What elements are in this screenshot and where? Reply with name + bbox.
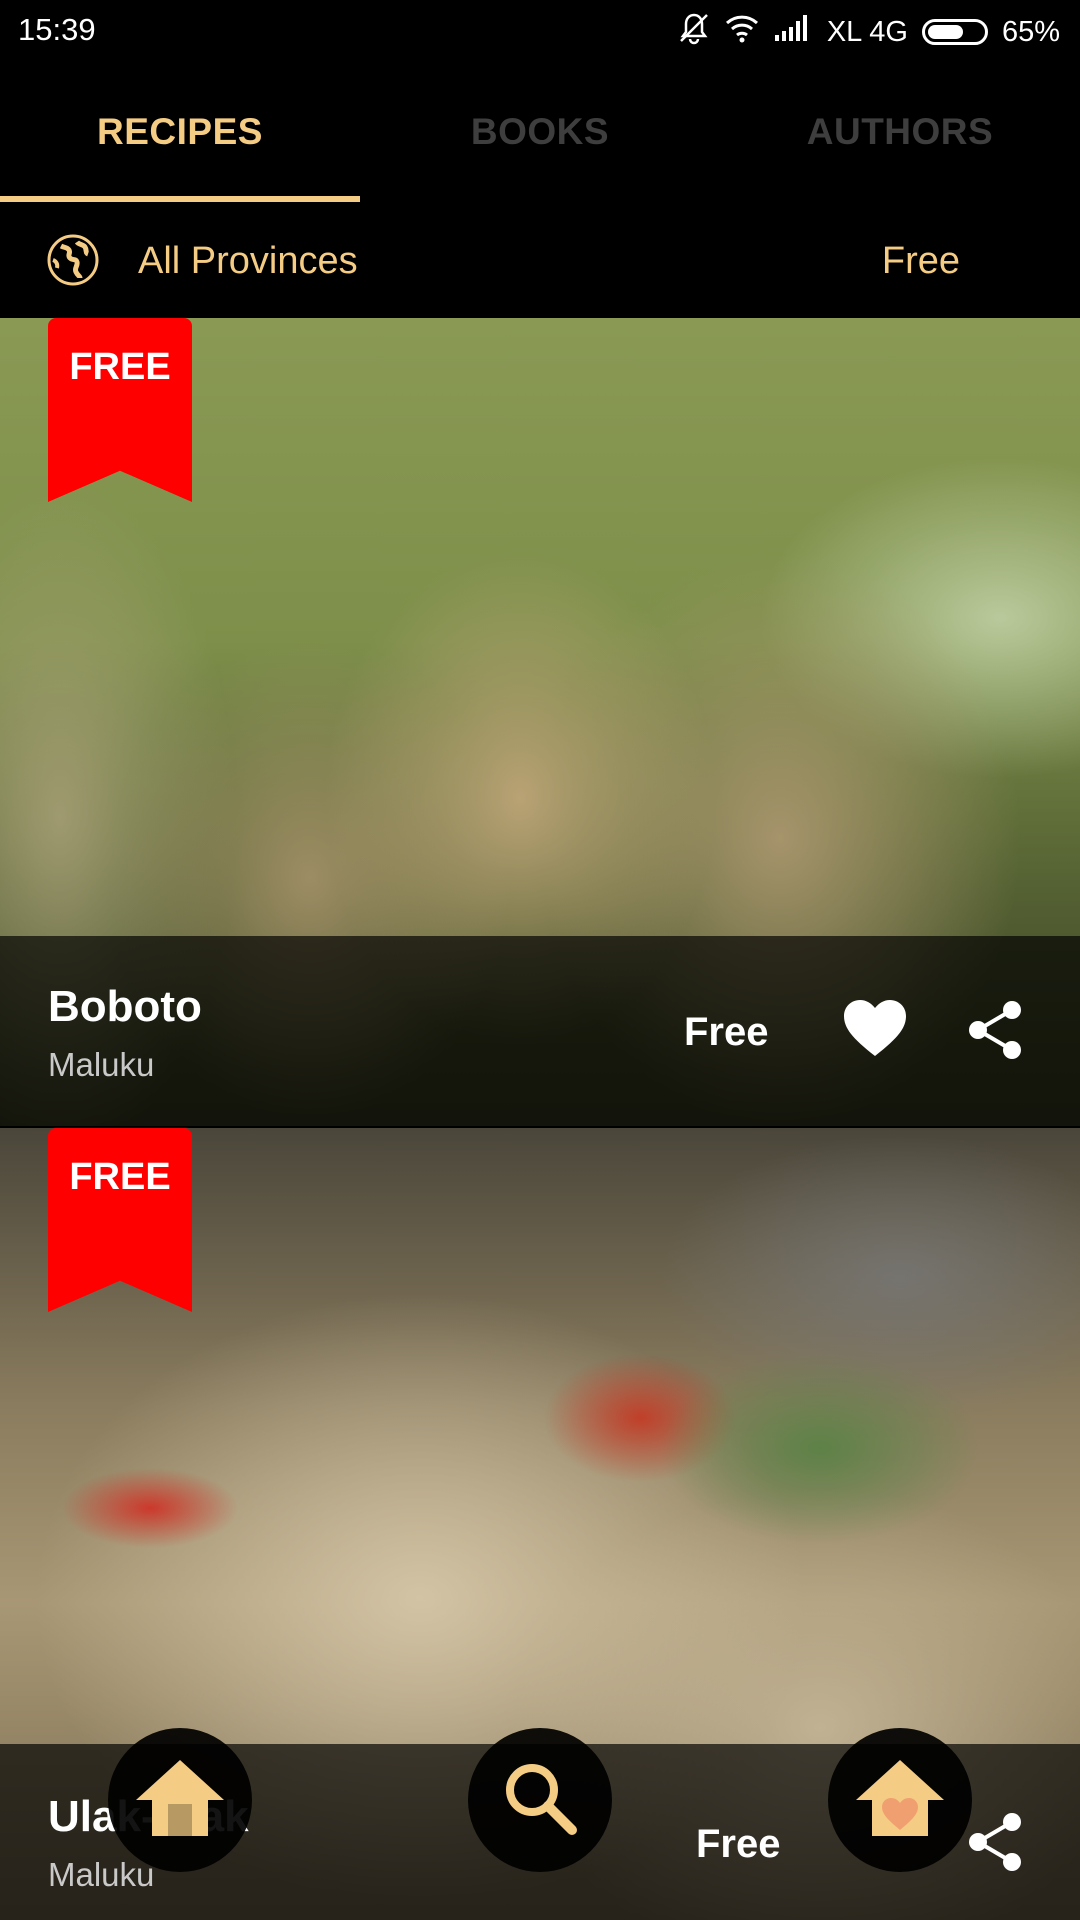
recipe-name[interactable]: Boboto <box>48 982 202 1032</box>
tab-authors[interactable]: AUTHORS <box>720 62 1080 202</box>
recipe-province: Maluku <box>48 1046 155 1083</box>
tab-recipes[interactable]: RECIPES <box>0 62 360 202</box>
heart-icon[interactable] <box>842 998 908 1060</box>
tab-bar: RECIPES BOOKS AUTHORS <box>0 62 1080 202</box>
recipe-card[interactable]: FREE Boboto Maluku Free <box>0 318 1080 1126</box>
search-icon <box>498 1756 582 1845</box>
battery-level <box>927 25 963 39</box>
bottom-nav <box>0 1728 1080 1920</box>
province-filter[interactable]: All Provinces <box>138 240 358 283</box>
tab-books[interactable]: BOOKS <box>360 62 720 202</box>
wifi-icon <box>725 13 759 51</box>
filter-bar: All Provinces Free <box>0 202 1080 318</box>
status-time: 15:39 <box>18 12 96 47</box>
home-icon <box>132 1756 228 1845</box>
share-icon[interactable] <box>966 998 1026 1062</box>
home-button[interactable] <box>108 1728 252 1872</box>
favorites-home-icon <box>852 1756 948 1845</box>
badge-label: FREE <box>69 1156 171 1198</box>
globe-icon[interactable] <box>47 234 99 286</box>
mute-icon <box>677 11 711 53</box>
status-bar: 15:39 XL 4G 65% <box>0 0 1080 62</box>
search-button[interactable] <box>468 1728 612 1872</box>
recipe-price: Free <box>684 1010 769 1054</box>
carrier-label: XL 4G <box>826 15 908 48</box>
battery-icon <box>921 19 988 45</box>
signal-icon <box>773 13 813 51</box>
status-icons: XL 4G 65% <box>677 12 1060 52</box>
favorites-button[interactable] <box>828 1728 972 1872</box>
battery-percent: 65% <box>1001 15 1060 48</box>
badge-label: FREE <box>69 346 171 388</box>
price-filter[interactable]: Free <box>882 240 960 283</box>
